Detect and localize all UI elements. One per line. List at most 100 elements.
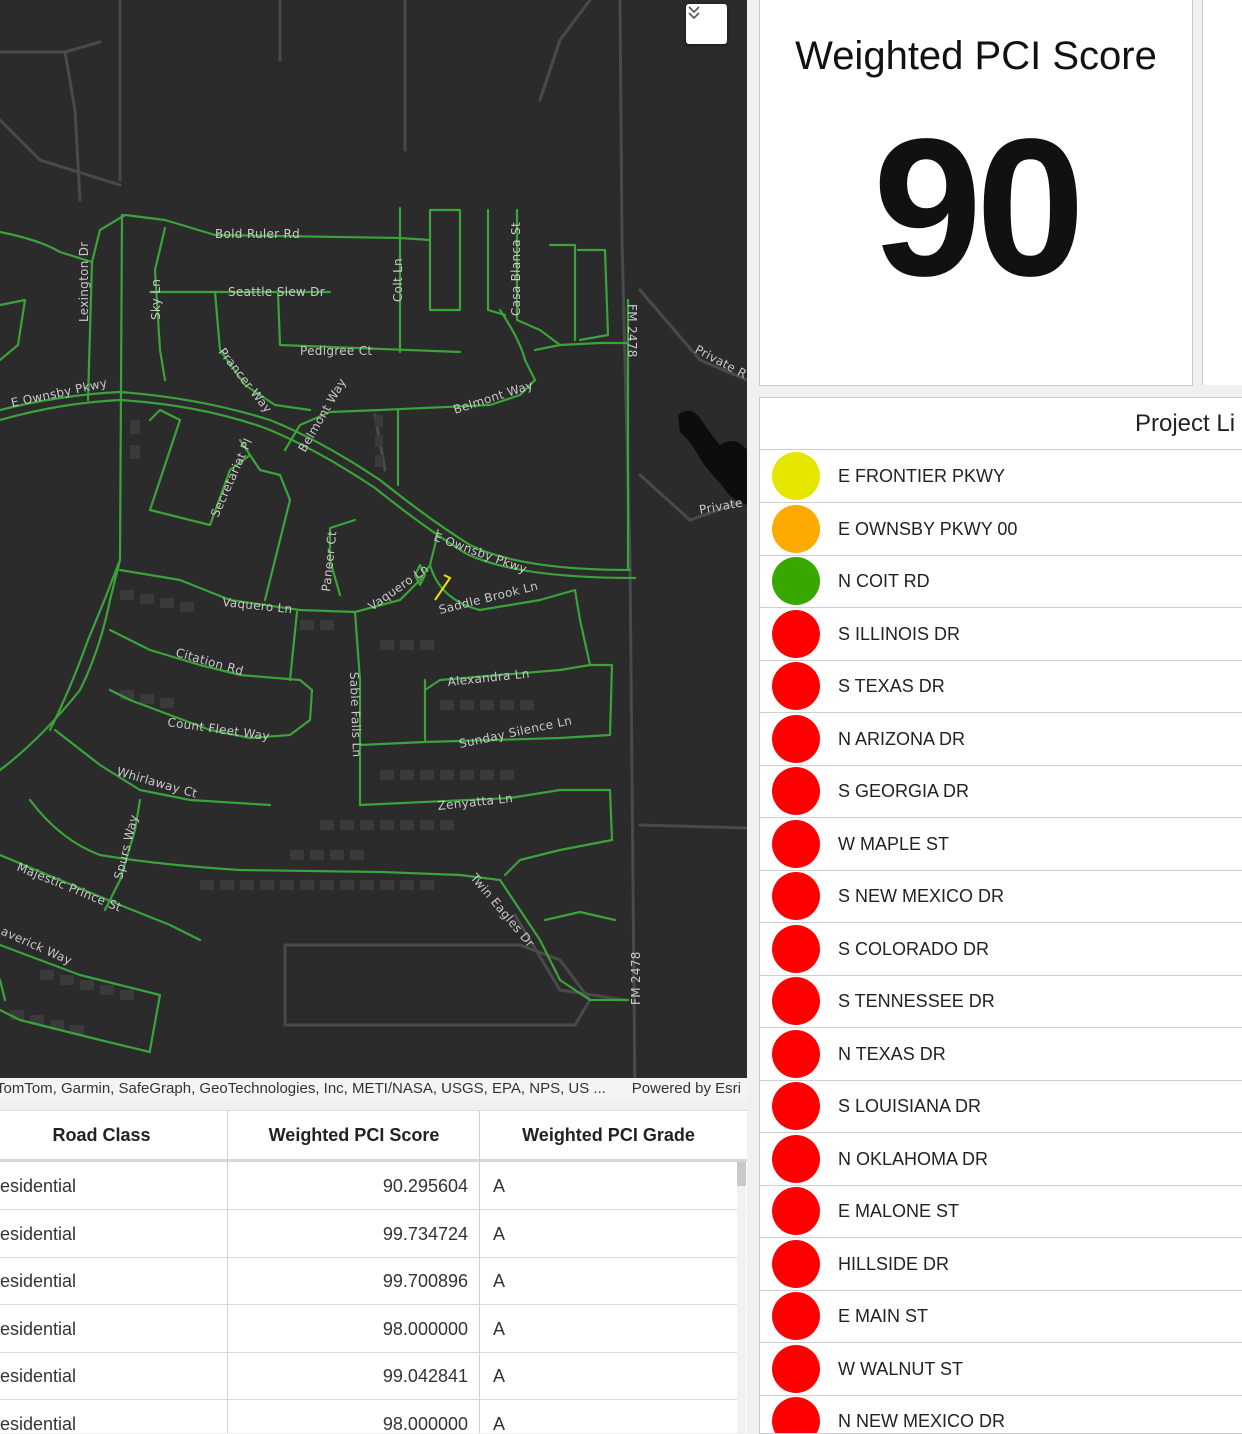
cell-road-class: esidential (0, 1318, 77, 1339)
project-list-item[interactable]: W WALNUT ST (760, 1343, 1242, 1396)
project-list-item[interactable]: E FRONTIER PKWY (760, 450, 1242, 503)
status-dot-icon (772, 1397, 820, 1433)
project-list-item[interactable]: S TENNESSEE DR (760, 975, 1242, 1028)
project-list-panel: Project Li E FRONTIER PKWY E OWNSBY PKWY … (759, 397, 1242, 1434)
cell-weighted-pci-score: 99.700896 (382, 1271, 468, 1291)
table-row[interactable]: esidential 90.295604 A (0, 1162, 747, 1210)
status-dot-icon (772, 767, 820, 815)
label-sable-falls-ln: Sable Falls Ln (347, 672, 364, 758)
label-vaquero-ln-1: Vaquero Ln (222, 595, 293, 616)
label-prancer-way: Prancer Way (216, 345, 275, 415)
project-list-title: Project Li (760, 398, 1242, 450)
label-belmont-way-1: Belmont Way (295, 376, 349, 455)
label-seattle-slew-dr: Seattle Slew Dr (228, 285, 325, 299)
table-row[interactable]: esidential 99.700896 A (0, 1257, 747, 1305)
project-name: S LOUISIANA DR (838, 1096, 982, 1116)
column-header-road-class[interactable]: Road Class (0, 1111, 203, 1159)
project-name: HILLSIDE DR (838, 1253, 950, 1274)
label-belmont-way-2: Belmont Way (452, 378, 535, 417)
powered-by-esri[interactable]: Powered by Esri (623, 1078, 741, 1100)
project-list-item[interactable]: HILLSIDE DR (760, 1238, 1242, 1291)
label-fm-2478-bottom: FM 2478 (629, 951, 643, 1005)
label-sunday-silence-ln: Sunday Silence Ln (458, 713, 574, 751)
label-bold-ruler-rd: Bold Ruler Rd (215, 227, 300, 241)
pci-table: Road Class Weighted PCI Score Weighted P… (0, 1110, 747, 1433)
project-list-item[interactable]: N OKLAHOMA DR (760, 1133, 1242, 1186)
status-dot-icon (772, 819, 820, 868)
project-name: N OKLAHOMA DR (838, 1148, 989, 1169)
project-name: S NEW MEXICO DR (838, 886, 1005, 906)
project-list-item[interactable]: E MAIN ST (760, 1290, 1242, 1343)
status-dot-icon (772, 662, 820, 710)
label-majestic-prince-st: Majestic Prince St (15, 860, 124, 915)
cell-weighted-pci-grade: A (493, 1176, 506, 1196)
status-dot-icon (772, 1239, 820, 1288)
project-list-item[interactable]: S NEW MEXICO DR (760, 870, 1242, 923)
project-list-title-text: Project Li (1135, 410, 1236, 437)
column-header-weighted-pci-score[interactable]: Weighted PCI Score (228, 1111, 480, 1159)
cell-weighted-pci-grade: A (493, 1413, 506, 1434)
label-lexington-dr: Lexington Dr (77, 241, 91, 322)
label-zenyatta-ln: Zenyatta Ln (437, 791, 514, 813)
cell-road-class: esidential (0, 1223, 77, 1244)
project-name: W MAPLE ST (838, 833, 950, 854)
status-dot-icon (772, 924, 820, 973)
project-name: E MALONE ST (838, 1201, 960, 1221)
column-divider (227, 1111, 228, 1433)
status-dot-icon (772, 1344, 820, 1393)
column-divider (479, 1111, 480, 1433)
label-maverick-way: averick Way (0, 924, 74, 968)
chevron-double-down-icon (688, 6, 700, 20)
status-dot-icon (772, 977, 820, 1025)
status-dot-icon (772, 452, 820, 500)
cell-weighted-pci-grade: A (493, 1366, 506, 1386)
map-canvas[interactable]: Bold Ruler Rd Seattle Slew Dr Pedigree C… (0, 0, 747, 1100)
status-dot-icon (772, 504, 820, 553)
project-list-item[interactable]: E MALONE ST (760, 1185, 1242, 1238)
project-name: N ARIZONA DR (838, 728, 966, 749)
project-name: E FRONTIER PKWY (838, 466, 1006, 486)
table-row[interactable]: esidential 98.000000 A (0, 1305, 747, 1353)
cell-road-class: esidential (0, 1176, 77, 1196)
project-list-item[interactable]: E OWNSBY PKWY 00 (760, 503, 1242, 556)
project-list-item[interactable]: N ARIZONA DR (760, 713, 1242, 766)
label-fm-2478-top: FM 2478 (625, 304, 639, 358)
table-row[interactable]: esidential 98.000000 A (0, 1400, 747, 1434)
weighted-pci-score-panel: Weighted PCI Score 90 (759, 0, 1193, 386)
project-name: N NEW MEXICO DR (838, 1411, 1006, 1431)
status-dot-icon (772, 1292, 820, 1340)
map-view[interactable]: Bold Ruler Rd Seattle Slew Dr Pedigree C… (0, 0, 747, 1100)
map-attribution: TomTom, Garmin, SafeGraph, GeoTechnologi… (0, 1078, 747, 1100)
cell-road-class: esidential (0, 1413, 77, 1434)
project-list-item[interactable]: S COLORADO DR (760, 923, 1242, 976)
label-sky-ln: Sky Ln (149, 279, 163, 320)
cell-road-class: esidential (0, 1366, 77, 1386)
project-list-item[interactable]: N COIT RD (760, 555, 1242, 608)
project-name: S ILLINOIS DR (838, 623, 961, 644)
scrollbar-thumb[interactable] (737, 1162, 746, 1186)
cell-weighted-pci-score: 99.042841 (382, 1366, 468, 1386)
project-list-item[interactable]: N TEXAS DR (760, 1028, 1242, 1081)
label-e-ownsby-pkwy-2: E Ownsby Pkwy (432, 530, 529, 577)
collapse-button[interactable] (686, 4, 727, 44)
cell-weighted-pci-score: 99.734724 (382, 1223, 468, 1244)
label-colt-ln: Colt Ln (391, 258, 405, 302)
project-list-item[interactable]: S GEORGIA DR (760, 765, 1242, 818)
project-name: N COIT RD (838, 571, 930, 591)
project-list-item[interactable]: S TEXAS DR (760, 660, 1242, 713)
label-count-fleet-way: Count Fleet Way (167, 715, 271, 743)
table-scrollbar[interactable] (737, 1162, 746, 1433)
project-name: N TEXAS DR (838, 1043, 946, 1064)
table-row[interactable]: esidential 99.042841 A (0, 1352, 747, 1400)
column-header-weighted-pci-grade[interactable]: Weighted PCI Grade (480, 1111, 737, 1159)
project-list-item[interactable]: S LOUISIANA DR (760, 1080, 1242, 1133)
score-title: Weighted PCI Score (795, 34, 1157, 78)
project-list-item[interactable]: W MAPLE ST (760, 818, 1242, 871)
table-row[interactable]: esidential 99.734724 A (0, 1210, 747, 1258)
project-list-item[interactable]: N NEW MEXICO DR (760, 1395, 1242, 1433)
label-spurs-way: Spurs Way (111, 813, 141, 881)
status-dot-icon (772, 1187, 820, 1235)
project-list-item[interactable]: S ILLINOIS DR (760, 608, 1242, 661)
cell-weighted-pci-grade: A (493, 1223, 506, 1244)
project-name: E OWNSBY PKWY 00 (838, 518, 1018, 539)
